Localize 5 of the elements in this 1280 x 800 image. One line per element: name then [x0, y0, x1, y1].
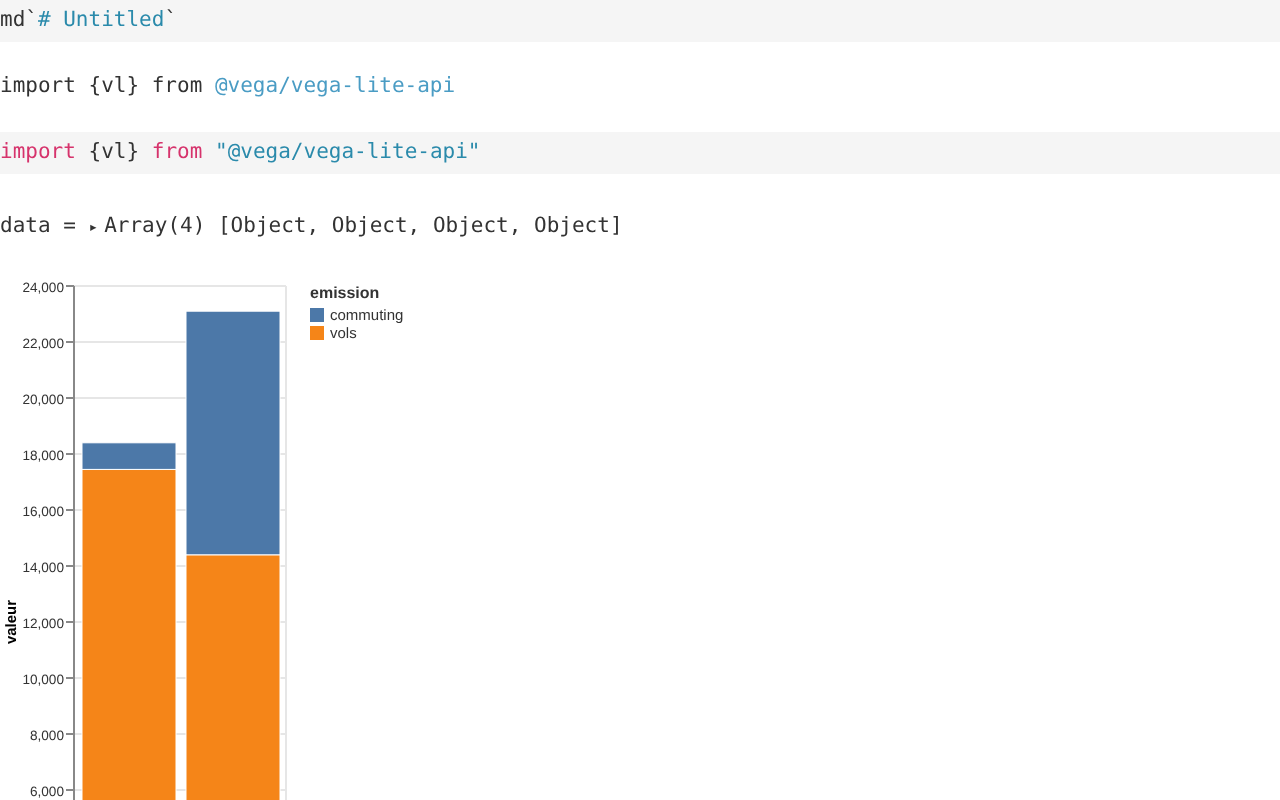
output-value: Array(4) [Object, Object, Object, Object]	[104, 214, 623, 239]
cell-output: import {vl} from @vega/vega-lite-api	[0, 72, 458, 103]
legend-title: emission	[310, 283, 380, 302]
code-text: data =	[0, 214, 78, 239]
expand-toggle[interactable]: ▸	[88, 217, 105, 236]
